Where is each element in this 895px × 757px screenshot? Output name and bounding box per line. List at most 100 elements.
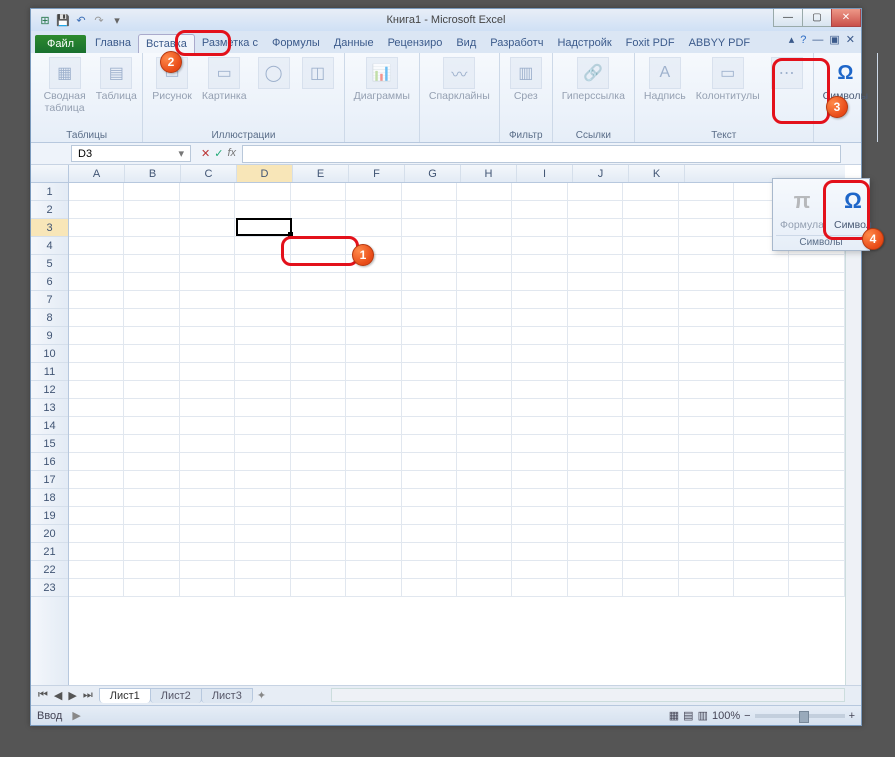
cell[interactable] [124, 579, 179, 597]
col-header[interactable]: F [349, 165, 405, 182]
cell[interactable] [124, 435, 179, 453]
cell[interactable] [789, 273, 844, 291]
macro-icon[interactable]: ▶ [72, 709, 80, 722]
cell[interactable] [124, 237, 179, 255]
cell[interactable] [512, 309, 567, 327]
row-header[interactable]: 8 [31, 309, 68, 327]
cell[interactable] [402, 291, 457, 309]
tab-10[interactable]: ABBYY PDF [682, 34, 758, 53]
cell[interactable] [291, 345, 346, 363]
cell[interactable] [346, 309, 401, 327]
doc-close-icon[interactable]: ✕ [846, 33, 855, 46]
spark-button[interactable]: 〰Спарклайны [426, 55, 493, 105]
cell[interactable] [291, 579, 346, 597]
cell[interactable] [69, 399, 124, 417]
fx-icon[interactable]: fx [227, 147, 236, 160]
cell[interactable] [734, 435, 789, 453]
cell[interactable] [679, 471, 734, 489]
view-normal-icon[interactable]: ▦ [669, 709, 679, 722]
cell[interactable] [789, 507, 844, 525]
cell[interactable] [124, 345, 179, 363]
cell[interactable] [568, 381, 623, 399]
cell[interactable] [180, 201, 235, 219]
cell[interactable] [180, 309, 235, 327]
cell[interactable] [402, 327, 457, 345]
cell[interactable] [734, 471, 789, 489]
cell[interactable] [235, 489, 290, 507]
help-icon[interactable]: ? [800, 34, 806, 46]
cell[interactable] [623, 399, 678, 417]
row-header[interactable]: 17 [31, 471, 68, 489]
img-button[interactable]: ▭Картинка [199, 55, 250, 105]
cell[interactable] [512, 417, 567, 435]
row-header[interactable]: 22 [31, 561, 68, 579]
cell[interactable] [679, 327, 734, 345]
col-header[interactable]: J [573, 165, 629, 182]
cell[interactable] [623, 237, 678, 255]
cell[interactable] [457, 345, 512, 363]
cell[interactable] [235, 417, 290, 435]
cell[interactable] [679, 561, 734, 579]
col-header[interactable]: K [629, 165, 685, 182]
cell[interactable] [679, 435, 734, 453]
prev-sheet-icon[interactable]: ◀ [51, 689, 65, 702]
cell[interactable] [124, 183, 179, 201]
cell[interactable] [346, 471, 401, 489]
cell[interactable] [69, 363, 124, 381]
cell[interactable] [346, 561, 401, 579]
cell[interactable] [457, 219, 512, 237]
cell[interactable] [180, 453, 235, 471]
cell[interactable] [402, 237, 457, 255]
cell[interactable] [512, 399, 567, 417]
cell[interactable] [679, 273, 734, 291]
cell[interactable] [789, 561, 844, 579]
cell[interactable] [291, 525, 346, 543]
cell[interactable] [568, 255, 623, 273]
cell[interactable] [346, 381, 401, 399]
cell[interactable] [457, 579, 512, 597]
table-button[interactable]: ▤Таблица [96, 55, 136, 116]
cell[interactable] [235, 327, 290, 345]
cell[interactable] [346, 453, 401, 471]
cancel-icon[interactable]: ✕ [201, 147, 210, 160]
cell[interactable] [568, 237, 623, 255]
row-header[interactable]: 5 [31, 255, 68, 273]
pivot-button[interactable]: ▦Сводная таблица [37, 55, 92, 116]
sheet-tab[interactable]: Лист1 [99, 688, 151, 703]
cell[interactable] [124, 219, 179, 237]
cell[interactable] [568, 291, 623, 309]
cell[interactable] [623, 453, 678, 471]
cell[interactable] [291, 507, 346, 525]
row-header[interactable]: 1 [31, 183, 68, 201]
cell[interactable] [512, 255, 567, 273]
cell[interactable] [235, 543, 290, 561]
cell[interactable] [69, 561, 124, 579]
cell[interactable] [623, 309, 678, 327]
col-header[interactable]: G [405, 165, 461, 182]
cell[interactable] [291, 561, 346, 579]
cell[interactable] [180, 435, 235, 453]
cell[interactable] [512, 471, 567, 489]
cell[interactable] [568, 543, 623, 561]
cell[interactable] [457, 183, 512, 201]
cell[interactable] [568, 489, 623, 507]
cell[interactable] [291, 201, 346, 219]
tab-8[interactable]: Надстройк [550, 34, 618, 53]
cell[interactable] [512, 219, 567, 237]
cell[interactable] [789, 489, 844, 507]
cell[interactable] [69, 579, 124, 597]
cell[interactable] [69, 417, 124, 435]
cell[interactable] [180, 363, 235, 381]
cell[interactable] [679, 183, 734, 201]
cell[interactable] [180, 237, 235, 255]
cell[interactable] [346, 579, 401, 597]
cell[interactable] [69, 525, 124, 543]
row-header[interactable]: 2 [31, 201, 68, 219]
cell[interactable] [457, 255, 512, 273]
cell[interactable] [623, 381, 678, 399]
cell[interactable] [69, 183, 124, 201]
cell[interactable] [623, 489, 678, 507]
cell[interactable] [679, 201, 734, 219]
cell[interactable] [512, 525, 567, 543]
cell[interactable] [402, 525, 457, 543]
